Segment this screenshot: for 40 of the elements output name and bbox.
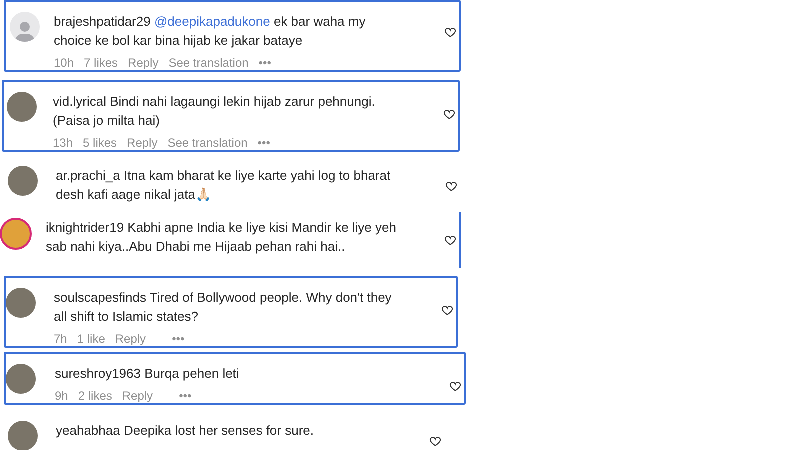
reply-link[interactable]: Reply — [115, 330, 146, 346]
more-options-button[interactable]: ••• — [172, 330, 185, 346]
likes-count[interactable]: 5 likes — [83, 134, 118, 150]
timestamp: 13h — [53, 135, 74, 150]
comment-text: vid.lyrical Bindi nahi lagaungi lekin hijab zarur pehnungi. (Paisa jo milta hai) — [53, 93, 376, 130]
likes-count[interactable]: 1 like — [77, 330, 106, 346]
reply-link[interactable]: Reply — [122, 387, 154, 403]
mention-link[interactable]: @deepikapadukone — [154, 14, 270, 29]
comment-text: brajeshpatidar29 @deepikapadukone ek bar waha my choice ke bol kar bina hijab ke jakar bataye — [54, 13, 367, 50]
avatar — [6, 288, 36, 318]
timestamp: 7h — [54, 331, 68, 346]
comment-text: yeahabhaa Deepika lost her senses for sure. — [56, 422, 316, 440]
avatar — [8, 421, 38, 450]
likes-count[interactable]: 2 likes — [78, 387, 112, 403]
avatar — [7, 92, 37, 122]
default-avatar-icon — [10, 12, 40, 42]
comment-text: ar.prachi_a Itna kam bharat ke liye karte yahi log to bharat desh kafi aage nikal jata🙏🏻 — [56, 167, 392, 204]
timestamp: 9h — [55, 388, 68, 403]
like-heart-icon[interactable] — [444, 234, 457, 247]
avatar — [0, 218, 32, 250]
like-heart-icon[interactable] — [443, 108, 456, 121]
reply-link[interactable]: Reply — [127, 134, 158, 150]
reply-link[interactable]: Reply — [128, 54, 159, 70]
see-translation-link[interactable]: See translation — [168, 54, 249, 70]
comment-text: soulscapesfinds Tired of Bollywood people. Why don't they all shift to Islamic states? — [54, 289, 393, 326]
more-options-button[interactable]: ••• — [258, 134, 270, 150]
more-options-button[interactable]: ••• — [258, 54, 272, 70]
like-heart-icon[interactable] — [429, 435, 442, 448]
avatar — [6, 364, 36, 394]
timestamp: 10h — [54, 55, 74, 70]
likes-count[interactable]: 7 likes — [84, 54, 118, 70]
like-heart-icon[interactable] — [445, 180, 458, 193]
comment-text: sureshroy1963 Burqa pehen leti — [55, 365, 240, 383]
like-heart-icon[interactable] — [449, 380, 462, 393]
more-options-button[interactable]: ••• — [179, 387, 192, 403]
like-heart-icon[interactable] — [441, 304, 454, 317]
see-translation-link[interactable]: See translation — [168, 134, 248, 150]
avatar — [8, 166, 38, 196]
like-heart-icon[interactable] — [444, 26, 457, 39]
comment-text: iknightrider19 Kabhi apne India ke liye kisi Mandir ke liye yeh sab nahi kiya..Abu Dhabi me Hijaab pehan rahi hai.. — [46, 219, 398, 256]
